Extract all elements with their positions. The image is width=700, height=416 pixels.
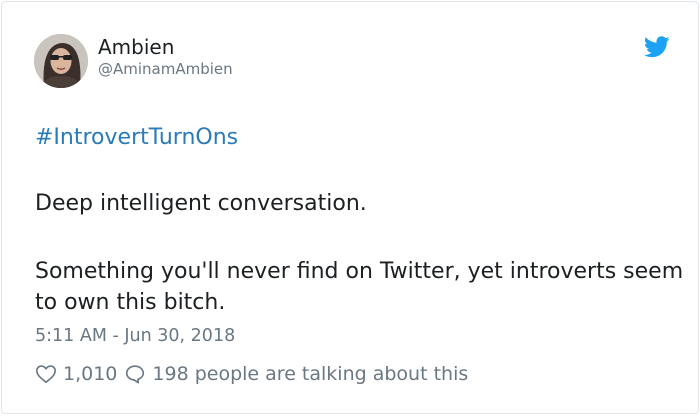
tweet-timestamp[interactable]: 5:11 AM - Jun 30, 2018 — [35, 325, 235, 347]
engagement-bar: 1,010 198 people are talking about this — [35, 362, 468, 386]
tweet-text-line2: Something you'll never find on Twitter, … — [35, 259, 684, 315]
speech-bubble-icon[interactable] — [124, 363, 146, 385]
tweet-text-line1: Deep intelligent conversation. — [35, 191, 367, 216]
heart-icon[interactable] — [35, 363, 57, 385]
avatar-image — [34, 34, 88, 88]
hashtag-link[interactable]: #IntrovertTurnOns — [35, 124, 238, 152]
like-count[interactable]: 1,010 — [63, 363, 117, 385]
tweet-card: Ambien @AminamAmbien #IntrovertTurnOns D… — [1, 1, 699, 414]
author-handle[interactable]: @AminamAmbien — [98, 60, 233, 78]
twitter-bird-icon[interactable] — [644, 36, 670, 58]
author-display-name[interactable]: Ambien — [98, 35, 174, 59]
avatar[interactable] — [34, 34, 88, 88]
talking-about-link[interactable]: 198 people are talking about this — [152, 363, 468, 385]
